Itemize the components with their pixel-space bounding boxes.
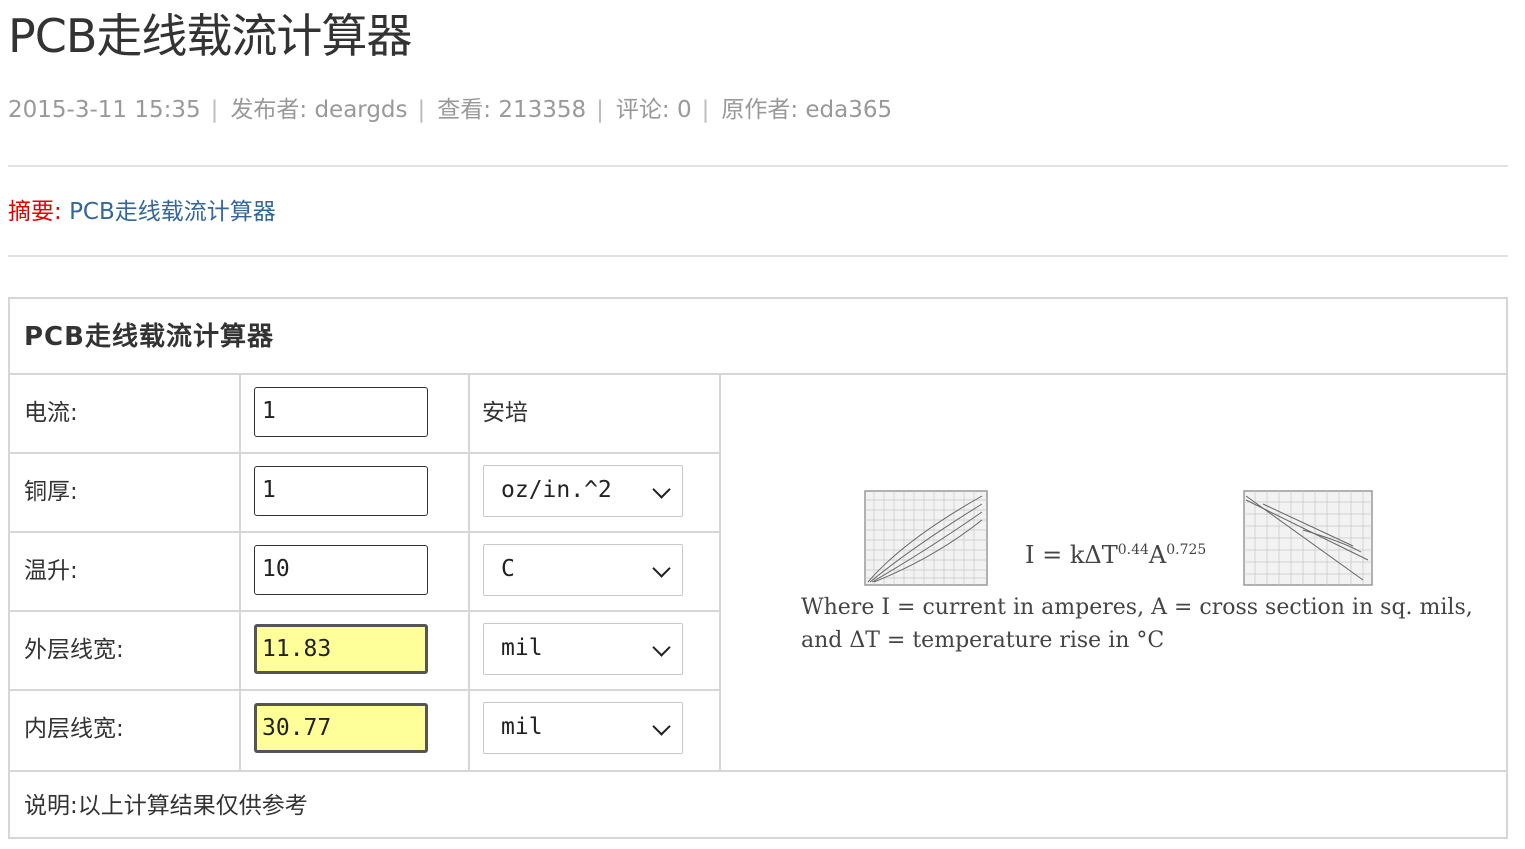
current-input[interactable]: 1 — [254, 387, 428, 437]
comments-count[interactable]: 0 — [677, 97, 692, 123]
meta-separator: | — [596, 97, 604, 123]
outer-width-unit-value: mil — [501, 635, 543, 661]
chevron-down-icon — [652, 559, 671, 578]
publisher-link[interactable]: deargds — [314, 97, 407, 123]
meta-separator: | — [210, 97, 219, 123]
note-text: 说明:以上计算结果仅供参考 — [24, 793, 308, 819]
calculator-table: PCB走线载流计算器 电流: 1 安培 铜厚: 1 oz/in.^2 温升: 1… — [8, 297, 1508, 839]
author-label: 原作者: — [721, 97, 799, 123]
chevron-down-icon — [652, 717, 671, 736]
temperature-rise-label: 温升: — [24, 558, 78, 584]
formula-text: I = kΔT0.44A0.725 — [1025, 541, 1206, 569]
chevron-down-icon — [652, 638, 671, 657]
inner-width-unit-select[interactable]: mil — [483, 702, 683, 754]
width-vs-current-graph-icon — [1243, 490, 1373, 586]
outer-width-result[interactable]: 11.83 — [254, 624, 428, 674]
row-current: 电流: 1 安培 — [10, 375, 721, 454]
current-label: 电流: — [24, 400, 78, 426]
copper-thickness-label: 铜厚: — [24, 479, 78, 505]
formula-exponent-area: 0.725 — [1166, 542, 1207, 558]
summary-label: 摘要: — [8, 199, 62, 225]
views-label: 查看: — [437, 97, 492, 123]
inner-width-label: 内层线宽: — [24, 716, 124, 742]
meta-separator: | — [417, 97, 426, 123]
formula-description-line1: Where I = current in amperes, A = cross … — [801, 595, 1473, 620]
inner-width-unit-value: mil — [501, 714, 543, 740]
current-vs-area-graph-icon — [864, 490, 988, 586]
temperature-unit-select[interactable]: C — [483, 544, 683, 596]
row-copper-thickness: 铜厚: 1 oz/in.^2 — [10, 454, 721, 533]
formula-image: I = kΔT0.44A0.725 Where I = current in a… — [721, 375, 1506, 770]
divider — [8, 255, 1508, 257]
row-outer-width: 外层线宽: 11.83 mil — [10, 612, 721, 691]
current-unit: 安培 — [482, 400, 528, 426]
formula-description: Where I = current in amperes, A = cross … — [801, 591, 1473, 657]
views-count: 213358 — [498, 97, 587, 123]
publisher-label: 发布者: — [230, 97, 308, 123]
calculator-title: PCB走线载流计算器 — [24, 322, 274, 352]
copper-thickness-input[interactable]: 1 — [254, 466, 428, 516]
page: PCB走线载流计算器 2015-3-11 15:35 | 发布者: deargds |… — [0, 0, 1525, 849]
temperature-rise-input[interactable]: 10 — [254, 545, 428, 595]
chevron-down-icon — [652, 480, 671, 499]
author-name: eda365 — [805, 97, 893, 123]
formula-area-symbol: A — [1148, 541, 1167, 569]
formula-lhs: I = kΔT — [1025, 541, 1118, 569]
meta-separator: | — [701, 97, 710, 123]
outer-width-unit-select[interactable]: mil — [483, 623, 683, 675]
temperature-unit-value: C — [501, 556, 515, 582]
copper-thickness-unit-value: oz/in.^2 — [501, 477, 612, 503]
formula-exponent-dt: 0.44 — [1117, 542, 1149, 558]
post-meta: 2015-3-11 15:35 | 发布者: deargds | 查看: 213358 |… — [8, 94, 892, 126]
inner-width-result[interactable]: 30.77 — [254, 703, 428, 753]
divider — [8, 165, 1508, 167]
summary: 摘要: PCB走线载流计算器 — [8, 196, 276, 228]
row-temperature-rise: 温升: 10 C — [10, 533, 721, 612]
note-row: 说明:以上计算结果仅供参考 — [10, 770, 1506, 839]
post-date: 2015-3-11 15:35 — [8, 97, 201, 123]
calculator-header: PCB走线载流计算器 — [10, 299, 1506, 375]
formula-description-line2: and ΔT = temperature rise in °C — [801, 628, 1165, 653]
summary-text: PCB走线载流计算器 — [69, 199, 276, 225]
copper-thickness-unit-select[interactable]: oz/in.^2 — [483, 465, 683, 517]
row-inner-width: 内层线宽: 30.77 mil — [10, 691, 721, 770]
outer-width-label: 外层线宽: — [24, 637, 124, 663]
page-title: PCB走线载流计算器 — [8, 9, 412, 63]
comments-label: 评论: — [615, 97, 670, 123]
